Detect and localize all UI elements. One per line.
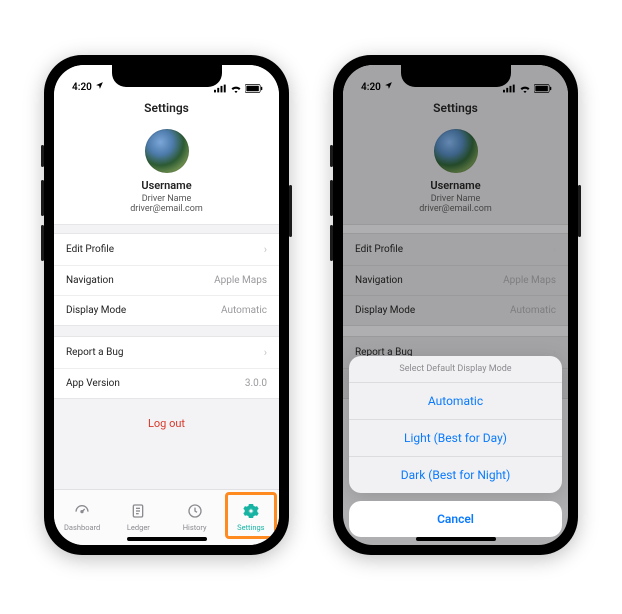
tab-dashboard[interactable]: Dashboard <box>54 490 110 545</box>
row-label: Report a Bug <box>66 347 123 358</box>
row-report-bug[interactable]: Report a Bug › <box>54 337 279 368</box>
settings-group-2: Report a Bug › App Version 3.0.0 <box>54 336 279 399</box>
phone-right: 4:20 Settings <box>333 55 578 555</box>
home-indicator[interactable] <box>416 537 496 541</box>
tab-label: Settings <box>237 523 264 532</box>
chevron-right-icon: › <box>264 243 267 256</box>
chevron-right-icon: › <box>264 346 267 359</box>
notch <box>401 65 511 87</box>
row-display-mode[interactable]: Display Mode Automatic <box>54 295 279 325</box>
row-edit-profile[interactable]: Edit Profile › <box>54 234 279 265</box>
status-time: 4:20 <box>72 82 92 93</box>
battery-icon <box>245 84 263 93</box>
signal-icon <box>214 84 227 93</box>
row-value: Automatic <box>221 305 267 316</box>
gauge-icon <box>74 503 90 521</box>
screen-right: 4:20 Settings <box>343 65 568 545</box>
driver-email: driver@email.com <box>54 204 279 214</box>
location-icon <box>95 81 104 93</box>
wifi-icon <box>230 84 242 93</box>
notch <box>112 65 222 87</box>
gear-icon <box>243 503 259 521</box>
row-navigation[interactable]: Navigation Apple Maps <box>54 265 279 295</box>
home-indicator[interactable] <box>127 537 207 541</box>
ledger-icon <box>130 503 146 521</box>
avatar[interactable] <box>145 129 189 173</box>
tab-label: History <box>183 523 207 532</box>
sheet-option-light[interactable]: Light (Best for Day) <box>349 419 562 456</box>
row-label: Display Mode <box>66 305 126 316</box>
row-label: Navigation <box>66 275 114 286</box>
tab-label: Ledger <box>127 523 150 532</box>
action-sheet: Select Default Display Mode Automatic Li… <box>349 356 562 537</box>
row-value: 3.0.0 <box>245 378 267 389</box>
page-title: Settings <box>54 95 279 123</box>
sheet-cancel-button[interactable]: Cancel <box>349 501 562 537</box>
sheet-option-dark[interactable]: Dark (Best for Night) <box>349 456 562 493</box>
tab-settings[interactable]: Settings <box>223 490 279 545</box>
row-label: App Version <box>66 378 120 389</box>
clock-icon <box>187 503 203 521</box>
sheet-title: Select Default Display Mode <box>349 356 562 382</box>
row-app-version: App Version 3.0.0 <box>54 368 279 398</box>
tab-label: Dashboard <box>64 523 100 532</box>
phone-left: 4:20 Settings <box>44 55 289 555</box>
row-value: Apple Maps <box>214 275 267 286</box>
profile-section: Username Driver Name driver@email.com <box>54 123 279 225</box>
screen-left: 4:20 Settings <box>54 65 279 545</box>
sheet-option-automatic[interactable]: Automatic <box>349 382 562 419</box>
username: Username <box>54 179 279 192</box>
driver-name: Driver Name <box>54 194 279 204</box>
settings-group-1: Edit Profile › Navigation Apple Maps Dis… <box>54 233 279 326</box>
row-label: Edit Profile <box>66 244 114 255</box>
logout-button[interactable]: Log out <box>54 399 279 448</box>
